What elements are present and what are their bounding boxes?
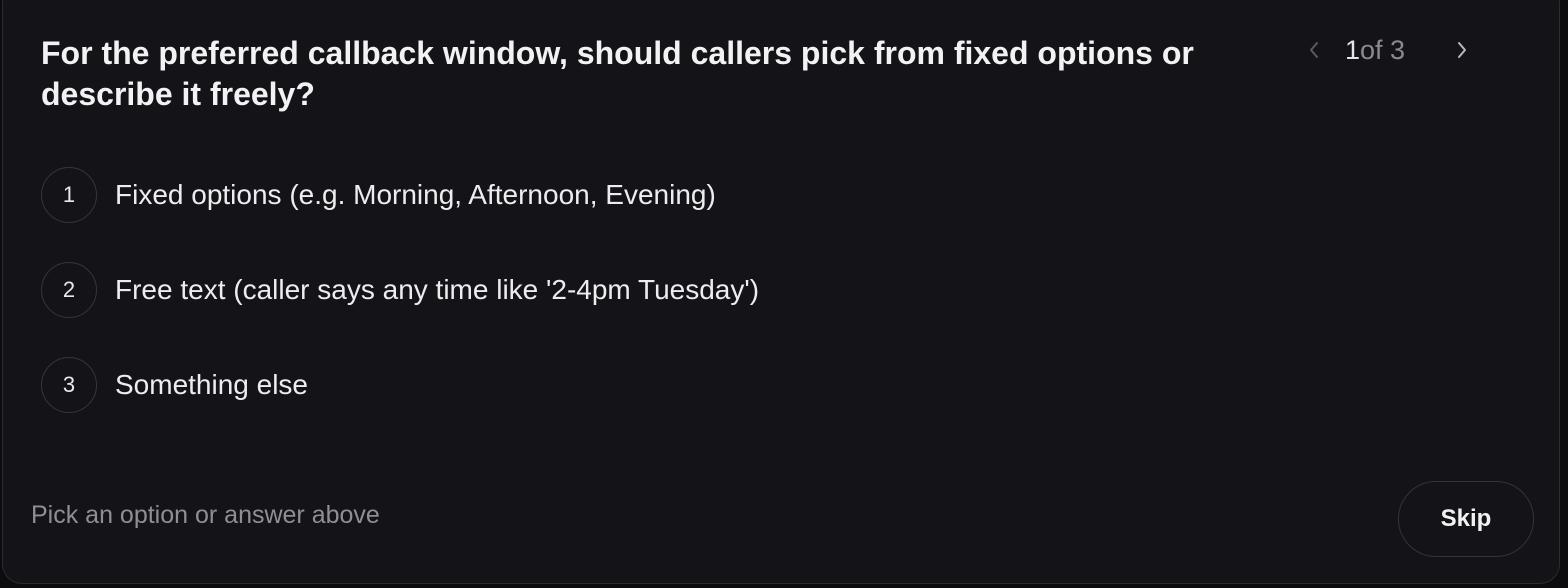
option-label: Fixed options (e.g. Morning, Afternoon, … xyxy=(115,179,716,210)
skip-button[interactable]: Skip xyxy=(1398,481,1534,557)
footer-hint: Pick an option or answer above xyxy=(31,501,380,529)
question-card: For the preferred callback window, shoul… xyxy=(2,0,1560,584)
option-number-badge: 2 xyxy=(41,262,97,318)
pager-current-number: 1 xyxy=(1345,34,1361,65)
option-number-badge: 3 xyxy=(41,357,97,413)
option-label: Something else xyxy=(115,369,309,400)
previous-question-button[interactable] xyxy=(1299,33,1329,67)
option-something-else[interactable]: 3 Something else xyxy=(41,357,941,413)
next-question-button[interactable] xyxy=(1447,33,1477,67)
option-number-badge: 1 xyxy=(41,167,97,223)
chevron-left-icon xyxy=(1310,42,1318,58)
option-label: Free text (caller says any time like '2-… xyxy=(115,274,760,305)
chevron-right-icon xyxy=(1458,42,1466,58)
question-text: For the preferred callback window, shoul… xyxy=(41,35,1194,112)
option-free-text[interactable]: 2 Free text (caller says any time like '… xyxy=(41,262,941,318)
option-fixed-options[interactable]: 1 Fixed options (e.g. Morning, Afternoon… xyxy=(41,167,941,223)
question-pager: 1 of 3 xyxy=(1299,33,1559,67)
pager-counter: 1 of 3 xyxy=(1345,33,1435,67)
pager-total-text: of 3 xyxy=(1360,34,1406,65)
